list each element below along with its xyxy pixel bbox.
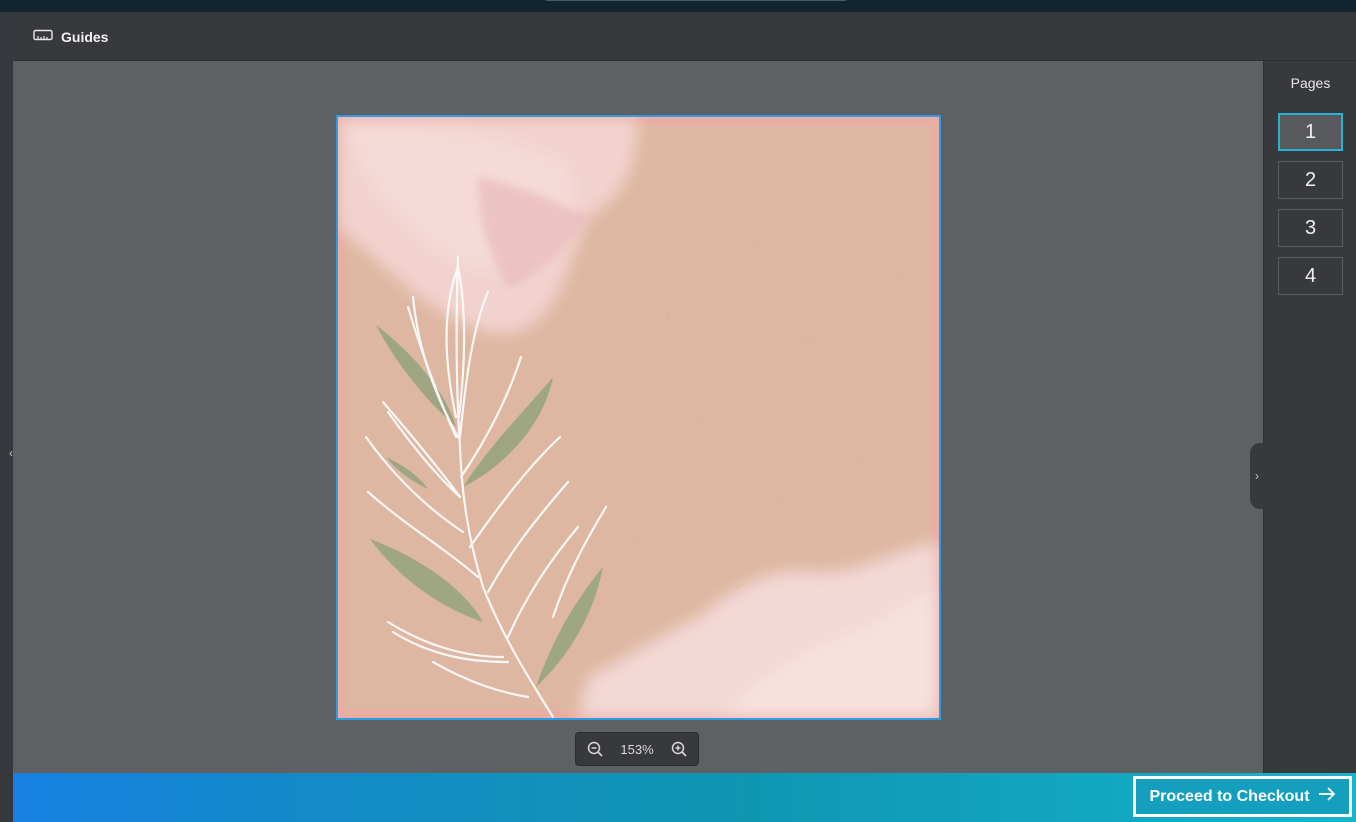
- zoom-out-icon[interactable]: [586, 740, 604, 758]
- chevron-right-icon: ›: [1255, 469, 1259, 483]
- page-thumb-4[interactable]: 4: [1278, 257, 1343, 295]
- proceed-to-checkout-button[interactable]: Proceed to Checkout: [1133, 776, 1352, 817]
- top-tab-edge: [546, 0, 846, 1]
- editor-toolbar: Guides: [13, 12, 1356, 61]
- page-thumb-3[interactable]: 3: [1278, 209, 1343, 247]
- zoom-in-icon[interactable]: [670, 740, 688, 758]
- pages-panel: › Pages 1 2 3 4: [1250, 61, 1356, 773]
- zoom-level: 153%: [620, 741, 654, 757]
- page-thumb-2[interactable]: 2: [1278, 161, 1343, 199]
- left-sidebar-collapsed: ‹: [0, 12, 18, 822]
- guides-label: Guides: [61, 29, 109, 45]
- checkout-footer-bar: Proceed to Checkout: [13, 773, 1356, 822]
- artboard-artwork: [338, 117, 939, 718]
- page-thumb-1[interactable]: 1: [1278, 113, 1343, 151]
- zoom-control: 153%: [575, 732, 699, 766]
- design-canvas: 153%: [13, 61, 1263, 773]
- arrow-right-icon: [1318, 786, 1336, 807]
- ruler-icon: [33, 28, 53, 47]
- pages-panel-title: Pages: [1290, 75, 1331, 91]
- right-panel-toggle[interactable]: ›: [1250, 443, 1264, 509]
- app-top-bar: [0, 0, 1356, 12]
- artboard-page[interactable]: [336, 115, 941, 720]
- checkout-label: Proceed to Checkout: [1149, 787, 1310, 805]
- guides-button[interactable]: Guides: [33, 26, 108, 48]
